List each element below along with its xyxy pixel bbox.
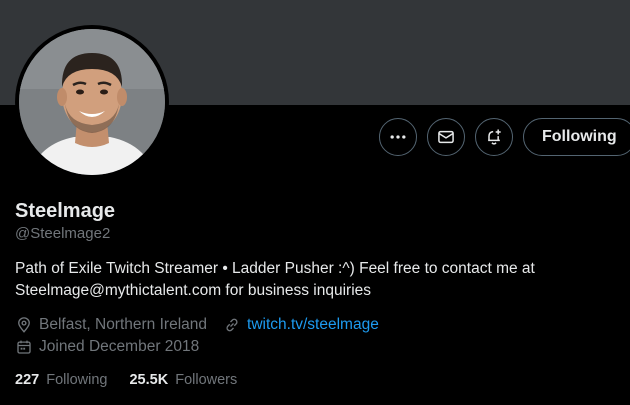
profile-bio: Path of Exile Twitch Streamer • Ladder P… <box>15 258 615 302</box>
following-stat[interactable]: 227 Following <box>15 372 107 388</box>
more-button[interactable] <box>379 118 417 156</box>
following-button[interactable]: Following <box>523 118 630 156</box>
more-icon <box>390 135 406 139</box>
followers-label: Followers <box>175 372 238 388</box>
followers-stat[interactable]: 25.5K Followers <box>129 372 237 388</box>
location-text: Belfast, Northern Ireland <box>39 316 208 333</box>
notify-button[interactable] <box>475 118 513 156</box>
bio-line: Steelmage@mythictalent.com for business … <box>15 282 372 299</box>
following-label: Following <box>46 372 108 388</box>
profile-stats: 227 Following 25.5K Followers <box>15 372 615 388</box>
profile-actions: Following <box>379 118 630 156</box>
profile-avatar[interactable] <box>15 25 169 179</box>
link-icon <box>226 318 238 332</box>
location-pin-icon <box>18 317 30 333</box>
joined-item: Joined December 2018 <box>15 338 199 356</box>
website-item: twitch.tv/steelmage <box>223 316 379 334</box>
bio-line: Path of Exile Twitch Streamer • Ladder P… <box>15 260 535 277</box>
calendar-icon <box>17 340 31 354</box>
following-count: 227 <box>15 372 40 388</box>
followers-count: 25.5K <box>129 372 169 388</box>
joined-text: Joined December 2018 <box>39 338 200 355</box>
profile-info: Steelmage @Steelmage2 Path of Exile Twit… <box>15 196 615 388</box>
message-button[interactable] <box>427 118 465 156</box>
website-link[interactable]: twitch.tv/steelmage <box>247 316 379 334</box>
display-name: Steelmage <box>15 200 116 222</box>
avatar-image <box>19 29 165 175</box>
location-item: Belfast, Northern Ireland <box>15 316 207 334</box>
envelope-icon <box>438 130 454 144</box>
user-handle: @Steelmage2 <box>15 225 111 242</box>
bell-plus-icon <box>488 129 501 145</box>
profile-meta: Belfast, Northern Ireland twitch.tv/stee… <box>15 314 615 358</box>
